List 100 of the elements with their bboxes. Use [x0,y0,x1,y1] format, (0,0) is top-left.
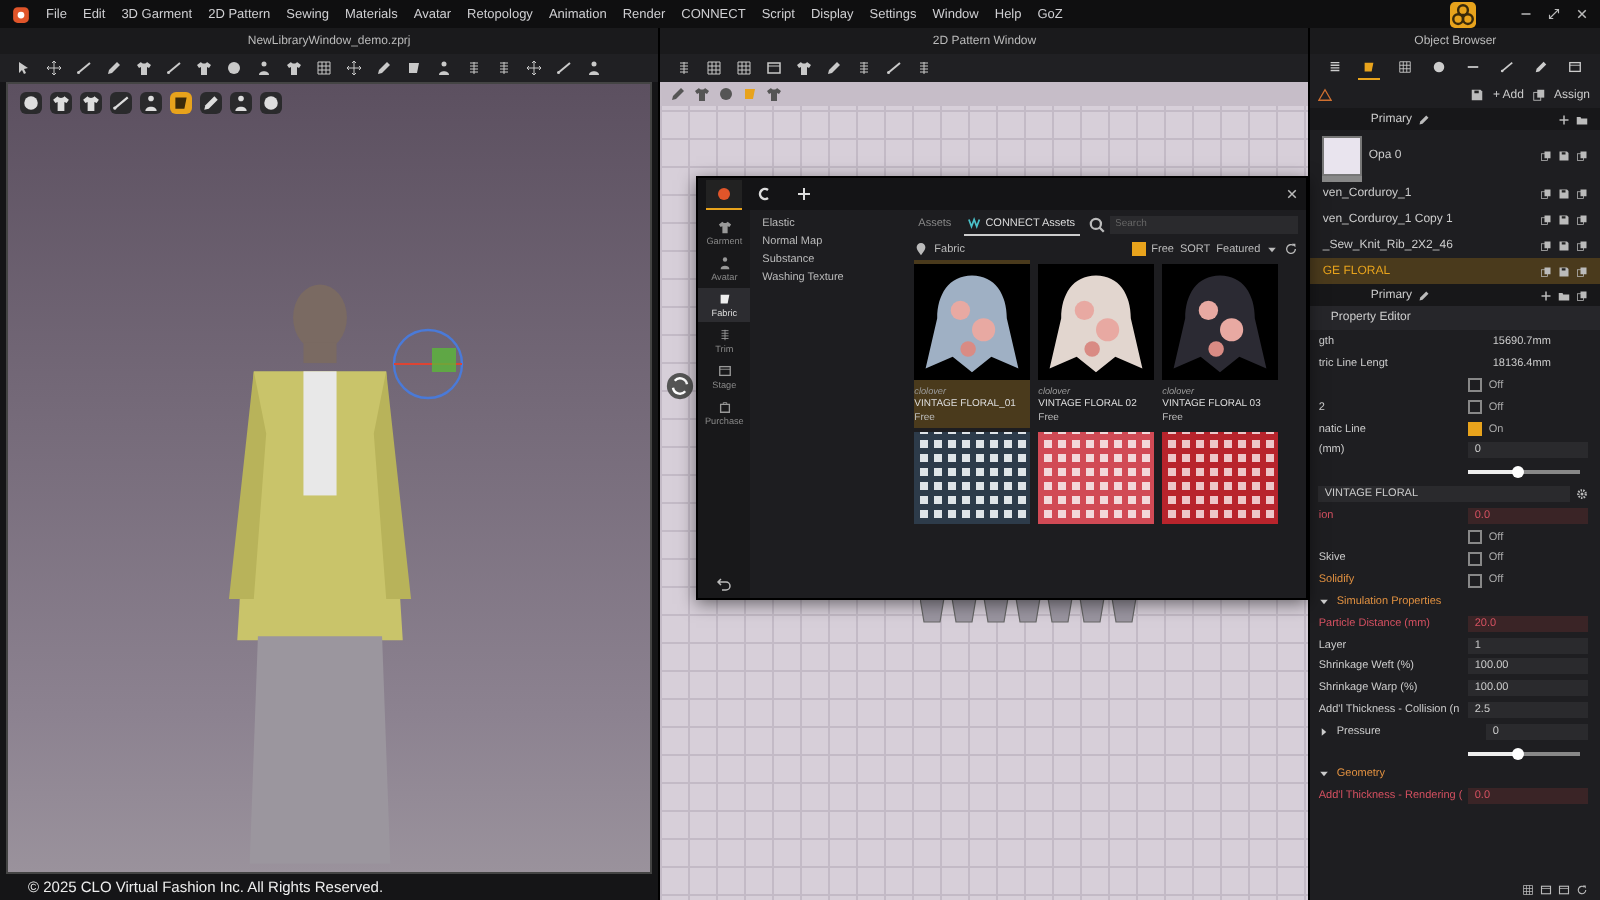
fabric-drape-photo [1162,260,1279,384]
copy-icon[interactable] [1540,213,1552,225]
stripes-icon[interactable] [676,60,693,76]
box-icon[interactable] [1540,883,1552,895]
person-icon[interactable] [230,92,252,114]
minimize-icon[interactable] [1520,8,1532,20]
plus-icon[interactable] [1540,289,1552,301]
plus-icon[interactable] [1558,113,1570,125]
checkbox[interactable] [1468,530,1483,545]
line-icon[interactable] [76,60,92,76]
plus-icon [796,185,813,201]
save-icon[interactable] [1558,187,1570,199]
shirt-icon[interactable] [796,60,813,76]
stripes-icon[interactable] [496,60,512,76]
shirt-icon[interactable] [80,92,102,114]
c-letter-icon [756,185,773,201]
gear-icon[interactable] [1576,487,1588,500]
stripes-icon[interactable] [916,60,933,76]
stripes-icon [717,328,732,342]
copy-icon[interactable] [1576,149,1588,161]
copy-icon[interactable] [1540,265,1552,277]
copy-icon[interactable] [1531,88,1546,102]
grid-icon[interactable] [736,60,753,76]
line-icon[interactable] [110,92,132,114]
circle-icon [716,185,733,201]
line-icon[interactable] [166,60,182,76]
cloth-icon[interactable] [170,92,192,114]
caret-icon[interactable] [1318,595,1331,608]
copy-icon[interactable] [1540,239,1552,251]
expand-icon[interactable] [1548,8,1560,20]
circle-icon[interactable] [260,92,282,114]
stripes-icon[interactable] [466,60,482,76]
rings-logo-icon[interactable] [1450,1,1476,27]
checkbox[interactable] [1468,573,1483,588]
copy-icon[interactable] [1540,149,1552,161]
shirt-icon[interactable] [286,60,302,76]
caret-icon[interactable] [1318,768,1331,781]
app-logo-tab[interactable] [706,179,743,209]
pin-icon [914,242,929,256]
box-icon[interactable] [1558,883,1570,895]
checkbox[interactable] [1468,422,1483,437]
stripes-icon[interactable] [856,60,873,76]
close-icon[interactable] [1576,8,1588,20]
save-icon[interactable] [1558,149,1570,161]
grid-icon[interactable] [706,60,723,76]
free-checkbox[interactable] [1131,242,1146,256]
refresh-icon[interactable] [1284,242,1299,256]
box-icon[interactable] [766,60,783,76]
shirt-icon[interactable] [136,60,152,76]
app-logo-icon[interactable] [12,5,30,23]
person-icon[interactable] [256,60,272,76]
rotate-arrows-icon[interactable] [666,372,695,400]
person-icon[interactable] [586,60,602,76]
folder-icon[interactable] [1576,113,1588,125]
checkbox[interactable] [1468,378,1483,393]
plaid-fabric-photo[interactable] [1162,432,1279,524]
copy-icon[interactable] [1576,239,1588,251]
folder-icon[interactable] [1558,289,1570,301]
plaid-fabric-photo[interactable] [914,432,1031,524]
move-icon[interactable] [526,60,542,76]
move-icon[interactable] [46,60,62,76]
grid-icon[interactable] [316,60,332,76]
checkbox[interactable] [1468,400,1483,415]
save-icon[interactable] [1558,239,1570,251]
slider-track[interactable] [1468,470,1580,475]
caret-icon[interactable] [1318,725,1331,738]
pencil-icon[interactable] [826,60,843,76]
undo-icon[interactable] [716,576,733,592]
pencil-icon[interactable] [1418,113,1431,125]
refresh-icon[interactable] [1576,883,1588,895]
shirt-icon[interactable] [50,92,72,114]
move-icon[interactable] [346,60,362,76]
caret-icon[interactable] [1266,243,1279,255]
copy-icon[interactable] [1540,187,1552,199]
shirt-icon[interactable] [196,60,212,76]
pencil-icon[interactable] [376,60,392,76]
slider-thumb[interactable] [1512,466,1525,479]
slider-track[interactable] [1468,751,1580,756]
copy-icon[interactable] [1576,187,1588,199]
pencil-icon[interactable] [106,60,122,76]
pencil-icon[interactable] [1418,289,1431,301]
cloth-icon [1362,60,1377,74]
person-icon[interactable] [436,60,452,76]
copy-icon[interactable] [1576,213,1588,225]
line-icon[interactable] [886,60,903,76]
save-icon[interactable] [1470,88,1485,102]
cloth-icon[interactable] [406,60,422,76]
slider-thumb[interactable] [1512,747,1525,760]
bag-icon [717,400,732,414]
pencil-icon[interactable] [200,92,222,114]
circle-icon[interactable] [226,60,242,76]
grid-icon[interactable] [1522,883,1534,895]
circle-icon[interactable] [20,92,42,114]
checkbox[interactable] [1468,551,1483,566]
cursor-icon[interactable] [16,60,32,76]
line-icon[interactable] [556,60,572,76]
save-icon[interactable] [1558,265,1570,277]
person-icon[interactable] [140,92,162,114]
save-icon[interactable] [1558,213,1570,225]
close-icon[interactable] [1286,188,1299,200]
